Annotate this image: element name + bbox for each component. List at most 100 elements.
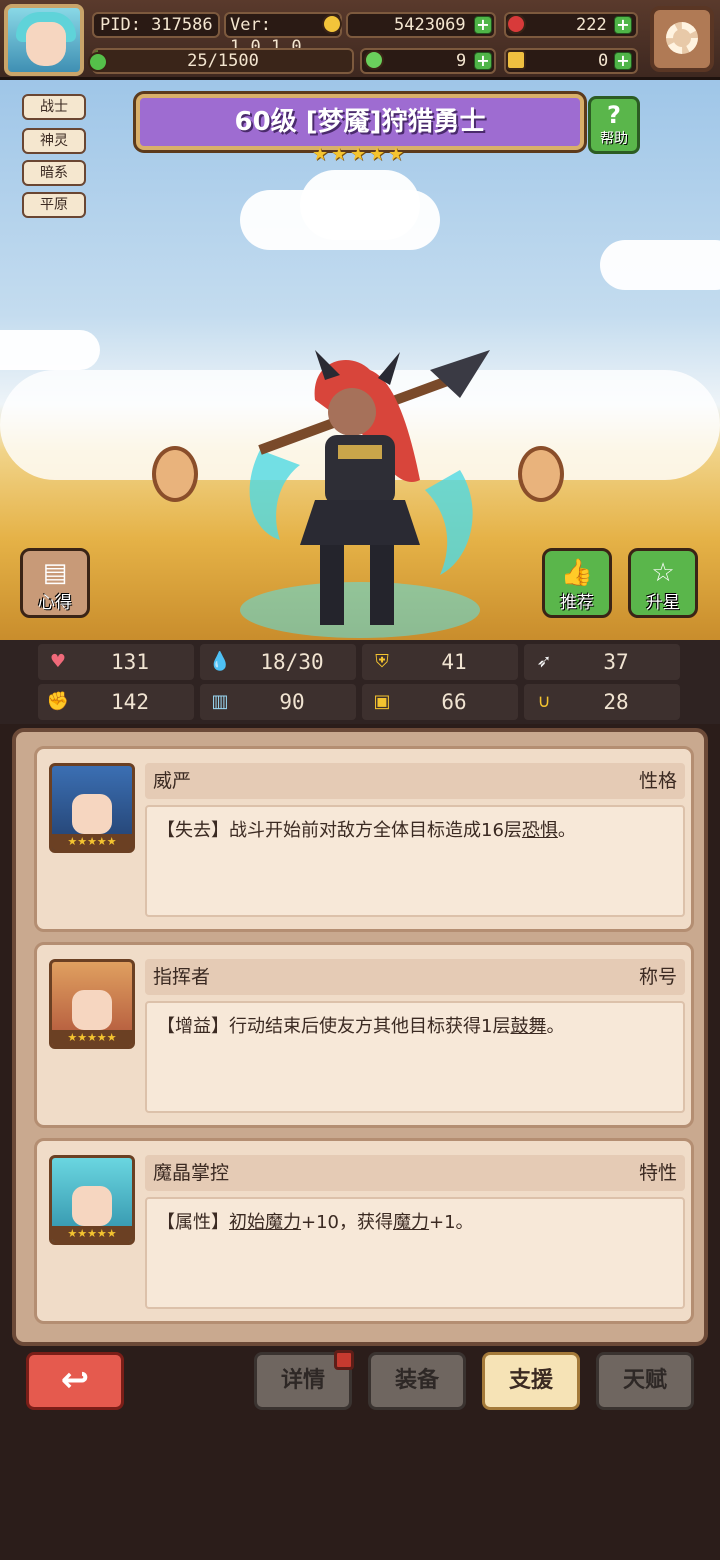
race-tag: 神灵 [22,128,86,154]
desc-text: 。 [557,820,576,841]
shield-icon: ⛨ [375,651,389,672]
keyword-link[interactable]: 魔力 [393,1212,429,1233]
add-gem-button[interactable]: + [614,16,632,34]
hero-title-banner: 60级 [梦魇]狩猎勇士 [136,94,584,150]
portrait-stars: ★★★★★ [52,834,132,850]
keyword-link[interactable]: 初始魔力 [229,1212,301,1233]
rating-star-icon: ★ [312,144,329,165]
desc-text: +10，获得 [301,1212,393,1233]
gem-value: 222 [576,15,607,35]
notification-badge [334,1350,354,1370]
stats-panel: ♥ 131 💧 18/30 ⛨ 41 ➶ 37 ✊ 142 ▥ 90 ▣ 66 … [0,640,720,724]
trait-kind: 称号 [638,966,677,988]
left-rune-coin[interactable] [152,446,198,502]
back-button[interactable]: ↩ [26,1352,124,1410]
water-drop-icon: 💧 [208,651,232,672]
terrain-tag: 平原 [22,192,86,218]
star-up-label: 升星 [646,593,680,613]
top-bar: PID: 317586 Ver: 1.0.1.0 5423069 + 222 +… [0,0,720,80]
keyword-link[interactable]: 鼓舞 [510,1016,546,1037]
desc-text: 【增益】行动结束后使友方其他目标获得1层 [157,1016,511,1037]
stat-magic: ▥ 90 [200,684,356,720]
rating-star-icon: ★ [350,144,367,165]
trait-kind: 性格 [638,770,677,792]
rating-star-icon: ★ [331,144,348,165]
trait-card-feature[interactable]: ★★★★★ 魔晶掌控 特性 【属性】初始魔力+10，获得魔力+1。 [34,1138,694,1324]
heart-icon: ♥ [49,651,67,672]
settings-button[interactable] [650,6,714,72]
player-avatar[interactable] [4,4,84,76]
armor-icon: ▣ [373,691,391,712]
trait-portrait: ★★★★★ [49,1155,135,1245]
clover-value: 9 [456,51,467,71]
tab-equipment[interactable]: 装备 [368,1352,466,1410]
trait-name: 指挥者 [153,966,211,988]
cloud [300,170,420,240]
pid-label: PID: 317586 [92,12,220,38]
trait-name: 威严 [153,770,192,792]
trait-portrait: ★★★★★ [49,763,135,853]
tab-support[interactable]: 支援 [482,1352,580,1410]
trait-kind: 特性 [638,1162,677,1184]
star-up-button[interactable]: ☆ 升星 [628,548,698,618]
stat-value: 90 [279,690,305,714]
portrait-stars: ★★★★★ [52,1030,132,1046]
insight-label: 心得 [38,593,72,613]
recommend-button[interactable]: 👍 推荐 [542,548,612,618]
desc-text: 【失去】战斗开始前对敌方全体目标造成16层 [157,820,522,841]
gear-icon [666,22,698,54]
rating-star-icon: ★ [369,144,386,165]
keyword-link[interactable]: 恐惧 [522,820,558,841]
help-button[interactable]: ? 帮助 [588,96,640,154]
add-gold-button[interactable]: + [474,16,492,34]
horseshoe-icon: ∪ [537,691,551,712]
desc-text: +1。 [429,1212,474,1233]
stat-mana: 💧 18/30 [200,644,356,680]
tab-talent[interactable]: 天赋 [596,1352,694,1410]
gold-value: 5423069 [394,15,466,35]
clover-icon [88,52,108,72]
trait-portrait: ★★★★★ [49,959,135,1049]
trait-card-personality[interactable]: ★★★★★ 威严 性格 【失去】战斗开始前对敌方全体目标造成16层恐惧。 [34,746,694,932]
stat-value: 28 [603,690,629,714]
key-icon [506,50,526,70]
stat-attack: ✊ 142 [38,684,194,720]
xp-bar: 25/1500 [92,48,354,74]
trait-name: 魔晶掌控 [153,1162,230,1184]
stat-value: 142 [111,690,149,714]
trait-header: 威严 性格 [145,763,685,799]
stat-speed: ➶ 37 [524,644,680,680]
stat-value: 41 [441,650,467,674]
trait-description: 【属性】初始魔力+10，获得魔力+1。 [145,1197,685,1309]
stat-value: 37 [603,650,629,674]
element-tag: 暗系 [22,160,86,186]
xp-text: 25/1500 [187,51,259,71]
red-gem-icon [506,14,526,34]
trait-description: 【增益】行动结束后使友方其他目标获得1层鼓舞。 [145,1001,685,1113]
trait-description: 【失去】战斗开始前对敌方全体目标造成16层恐惧。 [145,805,685,917]
stat-value: 18/30 [260,650,324,674]
add-key-button[interactable]: + [614,52,632,70]
portrait-stars: ★★★★★ [52,1226,132,1242]
help-label: 帮助 [600,131,628,147]
right-rune-coin[interactable] [518,446,564,502]
add-clover-button[interactable]: + [474,52,492,70]
book-icon: ▥ [211,691,229,712]
insight-button[interactable]: ▤ 心得 [20,548,90,618]
four-leaf-clover-icon [364,50,384,70]
fist-icon: ✊ [46,691,70,712]
stat-luck: ∪ 28 [524,684,680,720]
desc-text: 。 [546,1016,565,1037]
trait-header: 指挥者 称号 [145,959,685,995]
trait-card-title[interactable]: ★★★★★ 指挥者 称号 【增益】行动结束后使友方其他目标获得1层鼓舞。 [34,942,694,1128]
stat-value: 66 [441,690,467,714]
back-arrow-icon: ↩ [60,1360,90,1400]
question-icon: ? [607,101,621,129]
trait-panel: ★★★★★ 威严 性格 【失去】战斗开始前对敌方全体目标造成16层恐惧。 ★★★… [12,728,708,1346]
hero-star-rating: ★ ★ ★ ★ ★ [312,146,408,166]
avatar-face [26,22,66,66]
desc-text: 【属性】 [157,1212,229,1233]
cloud [0,330,100,370]
wing-icon: ➶ [536,651,552,672]
stat-hp: ♥ 131 [38,644,194,680]
